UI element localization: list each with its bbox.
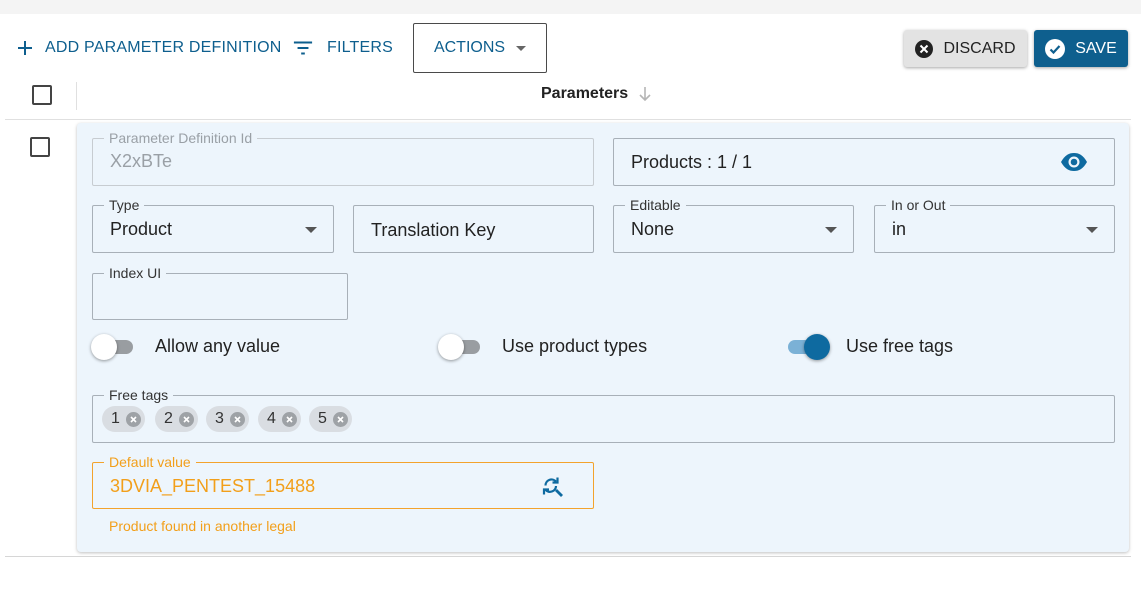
chip-remove-icon[interactable]: [178, 411, 194, 427]
default-value-field[interactable]: Default value 3DVIA_PENTEST_15488: [92, 454, 594, 509]
index-ui-field[interactable]: Index UI: [92, 265, 348, 320]
tag-chip[interactable]: 2: [155, 406, 198, 432]
chip-remove-icon[interactable]: [125, 411, 141, 427]
default-value-helper-text: Product found in another legal: [109, 518, 296, 534]
parameters-column-header[interactable]: Parameters: [541, 85, 652, 103]
filters-button[interactable]: FILTERS: [293, 38, 393, 58]
editable-select[interactable]: Editable None: [613, 197, 854, 253]
add-parameter-definition-button[interactable]: ADD PARAMETER DEFINITION: [15, 38, 282, 58]
save-button[interactable]: SAVE: [1034, 30, 1128, 67]
chevron-down-icon: [305, 227, 317, 233]
actions-label: ACTIONS: [433, 39, 506, 56]
editable-value: None: [631, 219, 675, 239]
header-divider: [5, 119, 1131, 120]
tag-chip-label: 1: [111, 410, 120, 427]
caret-down-icon: [516, 45, 527, 51]
type-label: Type: [104, 197, 145, 213]
add-parameter-definition-label: ADD PARAMETER DEFINITION: [45, 39, 282, 56]
chevron-down-icon: [825, 227, 837, 233]
save-label: SAVE: [1075, 39, 1117, 57]
chip-remove-icon[interactable]: [281, 411, 297, 427]
type-value: Product: [110, 219, 173, 239]
refresh-search-icon[interactable]: [541, 475, 565, 504]
sort-arrow-icon[interactable]: [638, 86, 652, 102]
free-tags-field[interactable]: Free tags 1 2 3 4 5: [92, 387, 1115, 443]
editable-label: Editable: [625, 197, 686, 213]
default-value-label: Default value: [104, 454, 196, 470]
in-or-out-value: in: [892, 219, 907, 239]
tag-chip-label: 3: [215, 410, 224, 427]
translation-key-field[interactable]: Translation Key: [353, 205, 594, 253]
tag-chip[interactable]: 5: [309, 406, 352, 432]
parameter-definition-id-value: X2xBTe: [110, 151, 173, 171]
products-value: Products : 1 / 1: [631, 152, 753, 172]
plus-icon: [15, 38, 35, 58]
header-column-divider: [76, 82, 77, 110]
translation-key-placeholder: Translation Key: [371, 220, 496, 240]
actions-dropdown-button[interactable]: ACTIONS: [413, 23, 547, 73]
allow-any-value-toggle[interactable]: Allow any value: [91, 333, 281, 360]
parameter-definition-id-label: Parameter Definition Id: [104, 130, 258, 146]
type-select[interactable]: Type Product: [92, 197, 334, 253]
default-value-value: 3DVIA_PENTEST_15488: [110, 476, 316, 496]
top-strip: [0, 0, 1141, 14]
use-free-tags-toggle[interactable]: Use free tags: [788, 333, 954, 360]
discard-label: DISCARD: [943, 39, 1016, 57]
filters-label: FILTERS: [327, 39, 394, 56]
index-ui-label: Index UI: [104, 265, 167, 281]
close-circle-icon: [915, 39, 934, 58]
parameters-column-title: Parameters: [541, 85, 629, 102]
chip-remove-icon[interactable]: [229, 411, 245, 427]
in-or-out-select[interactable]: In or Out in: [874, 197, 1115, 253]
tag-chip[interactable]: 1: [102, 406, 145, 432]
select-all-checkbox[interactable]: [32, 85, 52, 105]
parameter-definition-id-field: Parameter Definition Id X2xBTe: [92, 130, 594, 186]
tag-chip[interactable]: 3: [206, 406, 249, 432]
tag-chip[interactable]: 4: [258, 406, 301, 432]
chip-remove-icon[interactable]: [332, 411, 348, 427]
products-field[interactable]: Products : 1 / 1: [613, 138, 1115, 186]
eye-icon[interactable]: [1060, 152, 1088, 177]
tag-chip-label: 2: [164, 410, 173, 427]
check-circle-icon: [1045, 38, 1066, 59]
row-checkbox[interactable]: [30, 137, 50, 157]
allow-any-value-label: Allow any value: [155, 336, 281, 356]
chevron-down-icon: [1086, 227, 1098, 233]
use-free-tags-label: Use free tags: [846, 336, 954, 356]
use-product-types-label: Use product types: [502, 336, 648, 356]
free-tags-label: Free tags: [104, 387, 174, 403]
discard-button[interactable]: DISCARD: [904, 30, 1027, 67]
filter-icon: [293, 38, 313, 58]
use-product-types-toggle[interactable]: Use product types: [438, 333, 648, 360]
tag-chip-label: 4: [267, 410, 276, 427]
in-or-out-label: In or Out: [886, 197, 951, 213]
tag-chip-label: 5: [318, 410, 327, 427]
